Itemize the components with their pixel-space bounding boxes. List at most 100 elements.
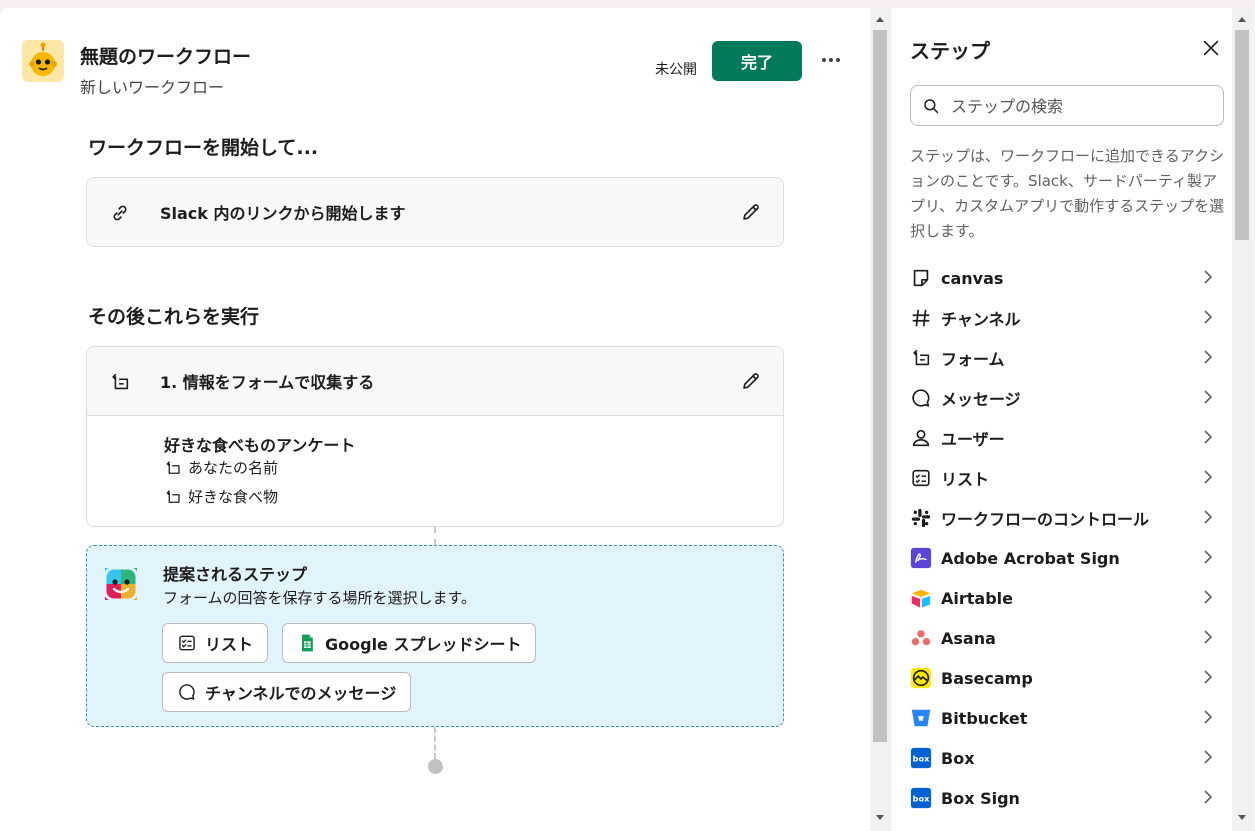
step-item-user[interactable]: ユーザー [910,418,1224,458]
step-item-asana[interactable]: Asana [910,618,1224,658]
chevron-right-icon [1204,550,1213,564]
step-item-list[interactable]: リスト [910,458,1224,498]
add-step-dot[interactable] [428,759,443,774]
step-item-label: Basecamp [941,668,1033,688]
suggested-steps-box: 提案されるステップ フォームの回答を保存する場所を選択します。 リスト Goog… [86,545,784,727]
form-field-label: 好きな食べ物 [188,488,279,506]
chevron-right-icon [1204,270,1213,284]
airtable-icon [910,587,932,609]
chevron-right-icon [1204,670,1213,684]
workflow-editor: 無題のワークフロー 新しいワークフロー 未公開 完了 ワークフローを開始して..… [0,8,870,831]
step-category-list: canvas チャンネル フォーム メッセージ ユーザー リスト ワークフローの… [910,258,1224,818]
chevron-right-icon [1204,430,1213,444]
steps-panel-title: ステップ [910,39,990,63]
chevron-right-icon [1204,630,1213,644]
step-item-label: Box Sign [941,788,1020,808]
form-field-item: 好きな食べ物 [164,486,278,507]
google-sheets-icon [302,634,313,652]
chevron-right-icon [1204,390,1213,404]
step-item-form[interactable]: フォーム [910,338,1224,378]
suggest-list-button[interactable]: リスト [162,623,269,663]
step-search-box[interactable] [910,85,1224,126]
canvas-icon [910,267,932,289]
step-item-box[interactable]: box Box [910,738,1224,778]
step-item-label: リスト [941,470,990,489]
scroll-up-icon[interactable] [1238,17,1246,22]
step-item-canvas[interactable]: canvas [910,258,1224,298]
pencil-icon[interactable] [739,369,763,393]
asana-icon [910,627,932,649]
step-item-workflow-control[interactable]: ワークフローのコントロール [910,498,1224,538]
suggest-google-sheets-button[interactable]: Google スプレッドシート [282,623,537,663]
chip-label: リスト [205,635,254,654]
step-search-input[interactable] [951,92,1211,120]
step-connector [434,527,436,545]
chevron-right-icon [1204,310,1213,324]
window-top-strip [0,0,1255,8]
scroll-down-icon[interactable] [1238,815,1246,820]
dot-icon [829,58,833,62]
scrollbar-thumb[interactable] [873,30,887,742]
step-item-label: Asana [941,628,996,648]
step-item-label: canvas [941,268,1004,288]
step-item-box-sign[interactable]: box Box Sign [910,778,1224,818]
step-item-airtable[interactable]: Airtable [910,578,1224,618]
form-step-label: 1. 情報をフォームで収集する [160,373,375,392]
step-item-label: ワークフローのコントロール [941,510,1150,529]
chevron-right-icon [1204,470,1213,484]
list-icon [910,467,932,489]
step-item-label: メッセージ [941,390,1021,409]
step-item-label: Box [941,748,975,768]
suggest-channel-message-button[interactable]: チャンネルでのメッセージ [162,672,412,712]
trigger-card[interactable]: Slack 内のリンクから開始します [86,177,784,247]
search-icon [924,99,939,114]
start-section-title: ワークフローを開始して... [88,137,319,159]
more-options-button[interactable] [819,48,843,72]
scrollbar-thumb[interactable] [1235,30,1249,240]
dot-icon [836,58,840,62]
chevron-right-icon [1204,710,1213,724]
chevron-right-icon [1204,790,1213,804]
scroll-up-icon[interactable] [876,17,884,22]
step-item-label: Adobe Acrobat Sign [941,548,1120,568]
chevron-right-icon [1204,510,1213,524]
svg-text:box: box [913,794,931,804]
box-icon: box [910,747,932,769]
form-field-label: あなたの名前 [188,459,279,477]
steps-panel-scrollbar[interactable] [1232,8,1252,831]
form-step-card[interactable]: 1. 情報をフォームで収集する 好きな食べものアンケート あなたの名前 好きな食… [86,346,784,527]
chevron-right-icon [1204,750,1213,764]
svg-text:box: box [913,754,931,764]
bitbucket-icon [910,707,932,729]
workflow-bot-avatar [22,40,64,82]
list-icon [179,635,195,651]
dot-icon [822,58,826,62]
step-item-label: ユーザー [941,430,1005,449]
editor-scrollbar[interactable] [870,8,890,831]
trigger-label: Slack 内のリンクから開始します [160,204,406,223]
done-button[interactable]: 完了 [712,41,802,81]
scroll-down-icon[interactable] [876,815,884,820]
close-icon[interactable] [1200,37,1222,59]
form-icon [112,373,129,390]
step-item-channel[interactable]: チャンネル [910,298,1224,338]
chip-label: チャンネルでのメッセージ [205,684,397,703]
step-item-adobe-acrobat-sign[interactable]: Adobe Acrobat Sign [910,538,1224,578]
form-icon [910,347,932,369]
adobe-sign-icon [910,547,932,569]
step-item-bitbucket[interactable]: Bitbucket [910,698,1224,738]
workflow-subtitle: 新しいワークフロー [80,78,225,97]
step-item-message[interactable]: メッセージ [910,378,1224,418]
hash-icon [910,307,932,329]
slack-icon [910,507,932,529]
slack-logo-icon [103,566,139,602]
chevron-right-icon [1204,590,1213,604]
step-item-basecamp[interactable]: Basecamp [910,658,1224,698]
chip-label: Google スプレッドシート [325,635,522,654]
workflow-header: 無題のワークフロー 新しいワークフロー 未公開 完了 [22,38,852,98]
workflow-title[interactable]: 無題のワークフロー [80,42,251,69]
message-icon [179,684,195,700]
form-field-item: あなたの名前 [164,457,278,478]
pencil-icon[interactable] [739,200,763,224]
box-sign-icon: box [910,787,932,809]
